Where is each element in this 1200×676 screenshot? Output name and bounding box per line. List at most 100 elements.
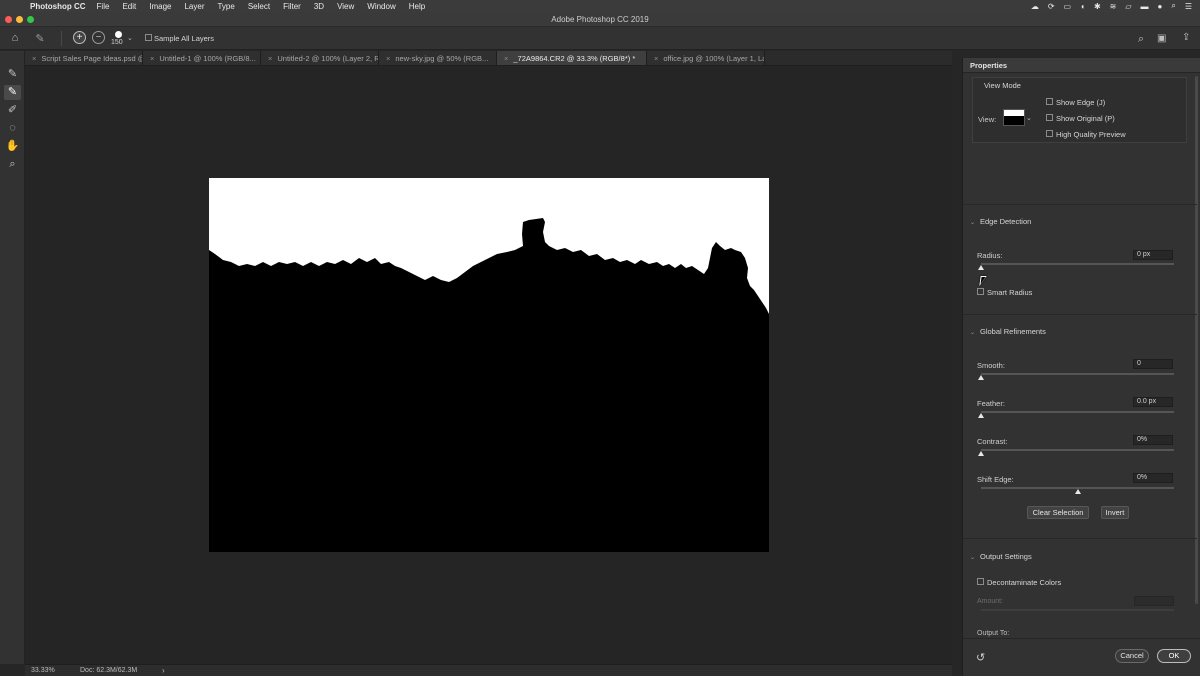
shift-edge-slider-thumb[interactable] <box>1074 489 1081 494</box>
show-edge-checkbox[interactable] <box>1046 98 1053 105</box>
smooth-field[interactable]: 0 <box>1133 359 1173 369</box>
clear-selection-button[interactable]: Clear Selection <box>1027 506 1089 519</box>
document-tab[interactable]: × office.jpg @ 100% (Layer 1, Layer Mask/… <box>647 51 765 65</box>
menu-3d[interactable]: 3D <box>314 2 324 11</box>
brush-tool-icon[interactable]: ✐ <box>4 103 21 118</box>
global-refinements-header[interactable]: ⌄ Global Refinements <box>970 327 1046 336</box>
siri-icon[interactable]: ● <box>1158 2 1163 11</box>
subtract-from-selection-button[interactable]: − <box>92 31 105 44</box>
feather-slider[interactable] <box>981 411 1174 413</box>
document-canvas[interactable] <box>209 178 769 552</box>
wifi-icon[interactable]: ≋ <box>1110 2 1117 11</box>
mouse-cursor <box>979 276 987 286</box>
panel-title: Properties <box>970 61 1008 70</box>
close-icon[interactable]: × <box>654 54 658 63</box>
battery-icon[interactable]: ▬ <box>1141 2 1149 11</box>
output-settings-header[interactable]: ⌄ Output Settings <box>970 552 1032 561</box>
close-icon[interactable]: × <box>32 54 36 63</box>
quick-selection-tool-icon[interactable]: ✎ <box>4 67 21 82</box>
close-icon[interactable]: × <box>504 54 508 63</box>
volume-icon[interactable]: ◖ <box>1080 2 1085 11</box>
menu-help[interactable]: Help <box>409 2 425 11</box>
menu-file[interactable]: File <box>97 2 110 11</box>
lasso-tool-icon[interactable]: ◌ <box>4 121 21 136</box>
menu-filter[interactable]: Filter <box>283 2 301 11</box>
chevron-down-icon[interactable]: ⌄ <box>127 34 133 42</box>
add-to-selection-button[interactable]: + <box>73 31 86 44</box>
brush-preview-icon[interactable] <box>115 31 122 38</box>
notification-list-icon[interactable]: ☰ <box>1185 2 1192 11</box>
close-icon[interactable]: × <box>150 54 154 63</box>
zoom-level[interactable]: 33.33% <box>31 667 55 674</box>
shift-edge-field[interactable]: 0% <box>1133 473 1173 483</box>
panel-scrollbar[interactable] <box>1195 76 1198 604</box>
chevron-right-icon[interactable]: › <box>162 666 165 675</box>
menu-type[interactable]: Type <box>217 2 234 11</box>
show-original-checkbox[interactable] <box>1046 114 1053 121</box>
decontaminate-colors-label: Decontaminate Colors <box>987 578 1062 587</box>
smart-radius-checkbox[interactable] <box>977 288 984 295</box>
menu-edit[interactable]: Edit <box>122 2 136 11</box>
creative-cloud-icon[interactable]: ☁ <box>1031 2 1039 11</box>
invert-button[interactable]: Invert <box>1101 506 1129 519</box>
menu-select[interactable]: Select <box>248 2 270 11</box>
feather-slider-thumb[interactable] <box>978 413 984 418</box>
cancel-button[interactable]: Cancel <box>1115 649 1149 663</box>
show-edge-label: Show Edge (J) <box>1056 98 1106 107</box>
menu-window[interactable]: Window <box>367 2 395 11</box>
radius-field[interactable]: 0 px <box>1133 250 1173 260</box>
smooth-slider[interactable] <box>981 373 1174 375</box>
contrast-label: Contrast: <box>977 437 1008 446</box>
ok-button[interactable]: OK <box>1157 649 1191 663</box>
airplay-icon[interactable]: ▱ <box>1125 2 1131 11</box>
share-icon[interactable]: ⇪ <box>1182 32 1190 43</box>
edge-detection-header[interactable]: ⌄ Edge Detection <box>970 217 1031 226</box>
sync-icon[interactable]: ⟳ <box>1048 2 1055 11</box>
radius-slider-thumb[interactable] <box>978 265 984 270</box>
zoom-tool-icon[interactable]: ⌕ <box>4 157 21 172</box>
search-icon[interactable]: ⌕ <box>1138 33 1144 46</box>
contrast-field[interactable]: 0% <box>1133 435 1173 445</box>
smooth-slider-thumb[interactable] <box>978 375 984 380</box>
document-tab[interactable]: × Untitled-1 @ 100% (RGB/8... <box>143 51 261 65</box>
contrast-slider[interactable] <box>981 449 1174 451</box>
view-mode-thumbnail[interactable] <box>1003 109 1025 126</box>
section-divider <box>963 538 1197 539</box>
document-tab[interactable]: × Untitled-2 @ 100% (Layer 2, RGB/8... <box>261 51 379 65</box>
document-tab[interactable]: × new-sky.jpg @ 50% (RGB... <box>379 51 497 65</box>
sample-all-layers-checkbox[interactable] <box>145 34 152 41</box>
menu-layer[interactable]: Layer <box>184 2 204 11</box>
radius-slider[interactable] <box>981 263 1174 265</box>
refine-edge-brush-tool-icon[interactable]: ✎ <box>4 85 21 100</box>
menu-image[interactable]: Image <box>149 2 171 11</box>
spotlight-icon[interactable]: ⌕ <box>1171 1 1175 11</box>
document-tab-active[interactable]: × _72A9864.CR2 @ 33.3% (RGB/8*) * <box>497 51 647 65</box>
workspace-icon[interactable]: ▣ <box>1157 33 1166 44</box>
hand-tool-icon[interactable]: ✋ <box>4 139 21 154</box>
home-icon[interactable]: ⌂ <box>8 32 22 44</box>
document-tab[interactable]: × Script Sales Page Ideas.psd @ 100% (Lay… <box>25 51 143 65</box>
chevron-down-icon[interactable]: ⌄ <box>1026 114 1032 122</box>
view-mode-section: View Mode View: ⌄ Show Edge (J) Show Ori… <box>972 77 1187 143</box>
bluetooth-icon[interactable]: ✱ <box>1094 2 1101 11</box>
brush-size-value[interactable]: 150 <box>111 39 123 46</box>
amount-slider <box>981 609 1174 611</box>
decontaminate-colors-checkbox[interactable] <box>977 578 984 585</box>
chevron-down-icon[interactable]: ⌄ <box>970 219 980 226</box>
view-label: View: <box>978 115 997 124</box>
close-icon[interactable]: × <box>268 54 272 63</box>
chevron-down-icon[interactable]: ⌄ <box>970 554 980 561</box>
reset-icon[interactable]: ↺ <box>976 651 985 664</box>
close-icon[interactable]: × <box>386 54 390 63</box>
menu-view[interactable]: View <box>337 2 354 11</box>
screen-icon[interactable]: ▭ <box>1064 2 1072 11</box>
high-quality-preview-checkbox[interactable] <box>1046 130 1053 137</box>
chevron-down-icon[interactable]: ⌄ <box>970 329 980 336</box>
mac-menu-bar: Photoshop CC File Edit Image Layer Type … <box>0 0 1200 12</box>
contrast-slider-thumb[interactable] <box>978 451 984 456</box>
panel-header: Properties <box>963 58 1200 73</box>
refine-brush-preset-icon[interactable]: ✎ <box>33 32 47 45</box>
app-menu[interactable]: Photoshop CC <box>30 2 86 11</box>
feather-field[interactable]: 0.0 px <box>1133 397 1173 407</box>
canvas-area[interactable] <box>25 67 952 664</box>
